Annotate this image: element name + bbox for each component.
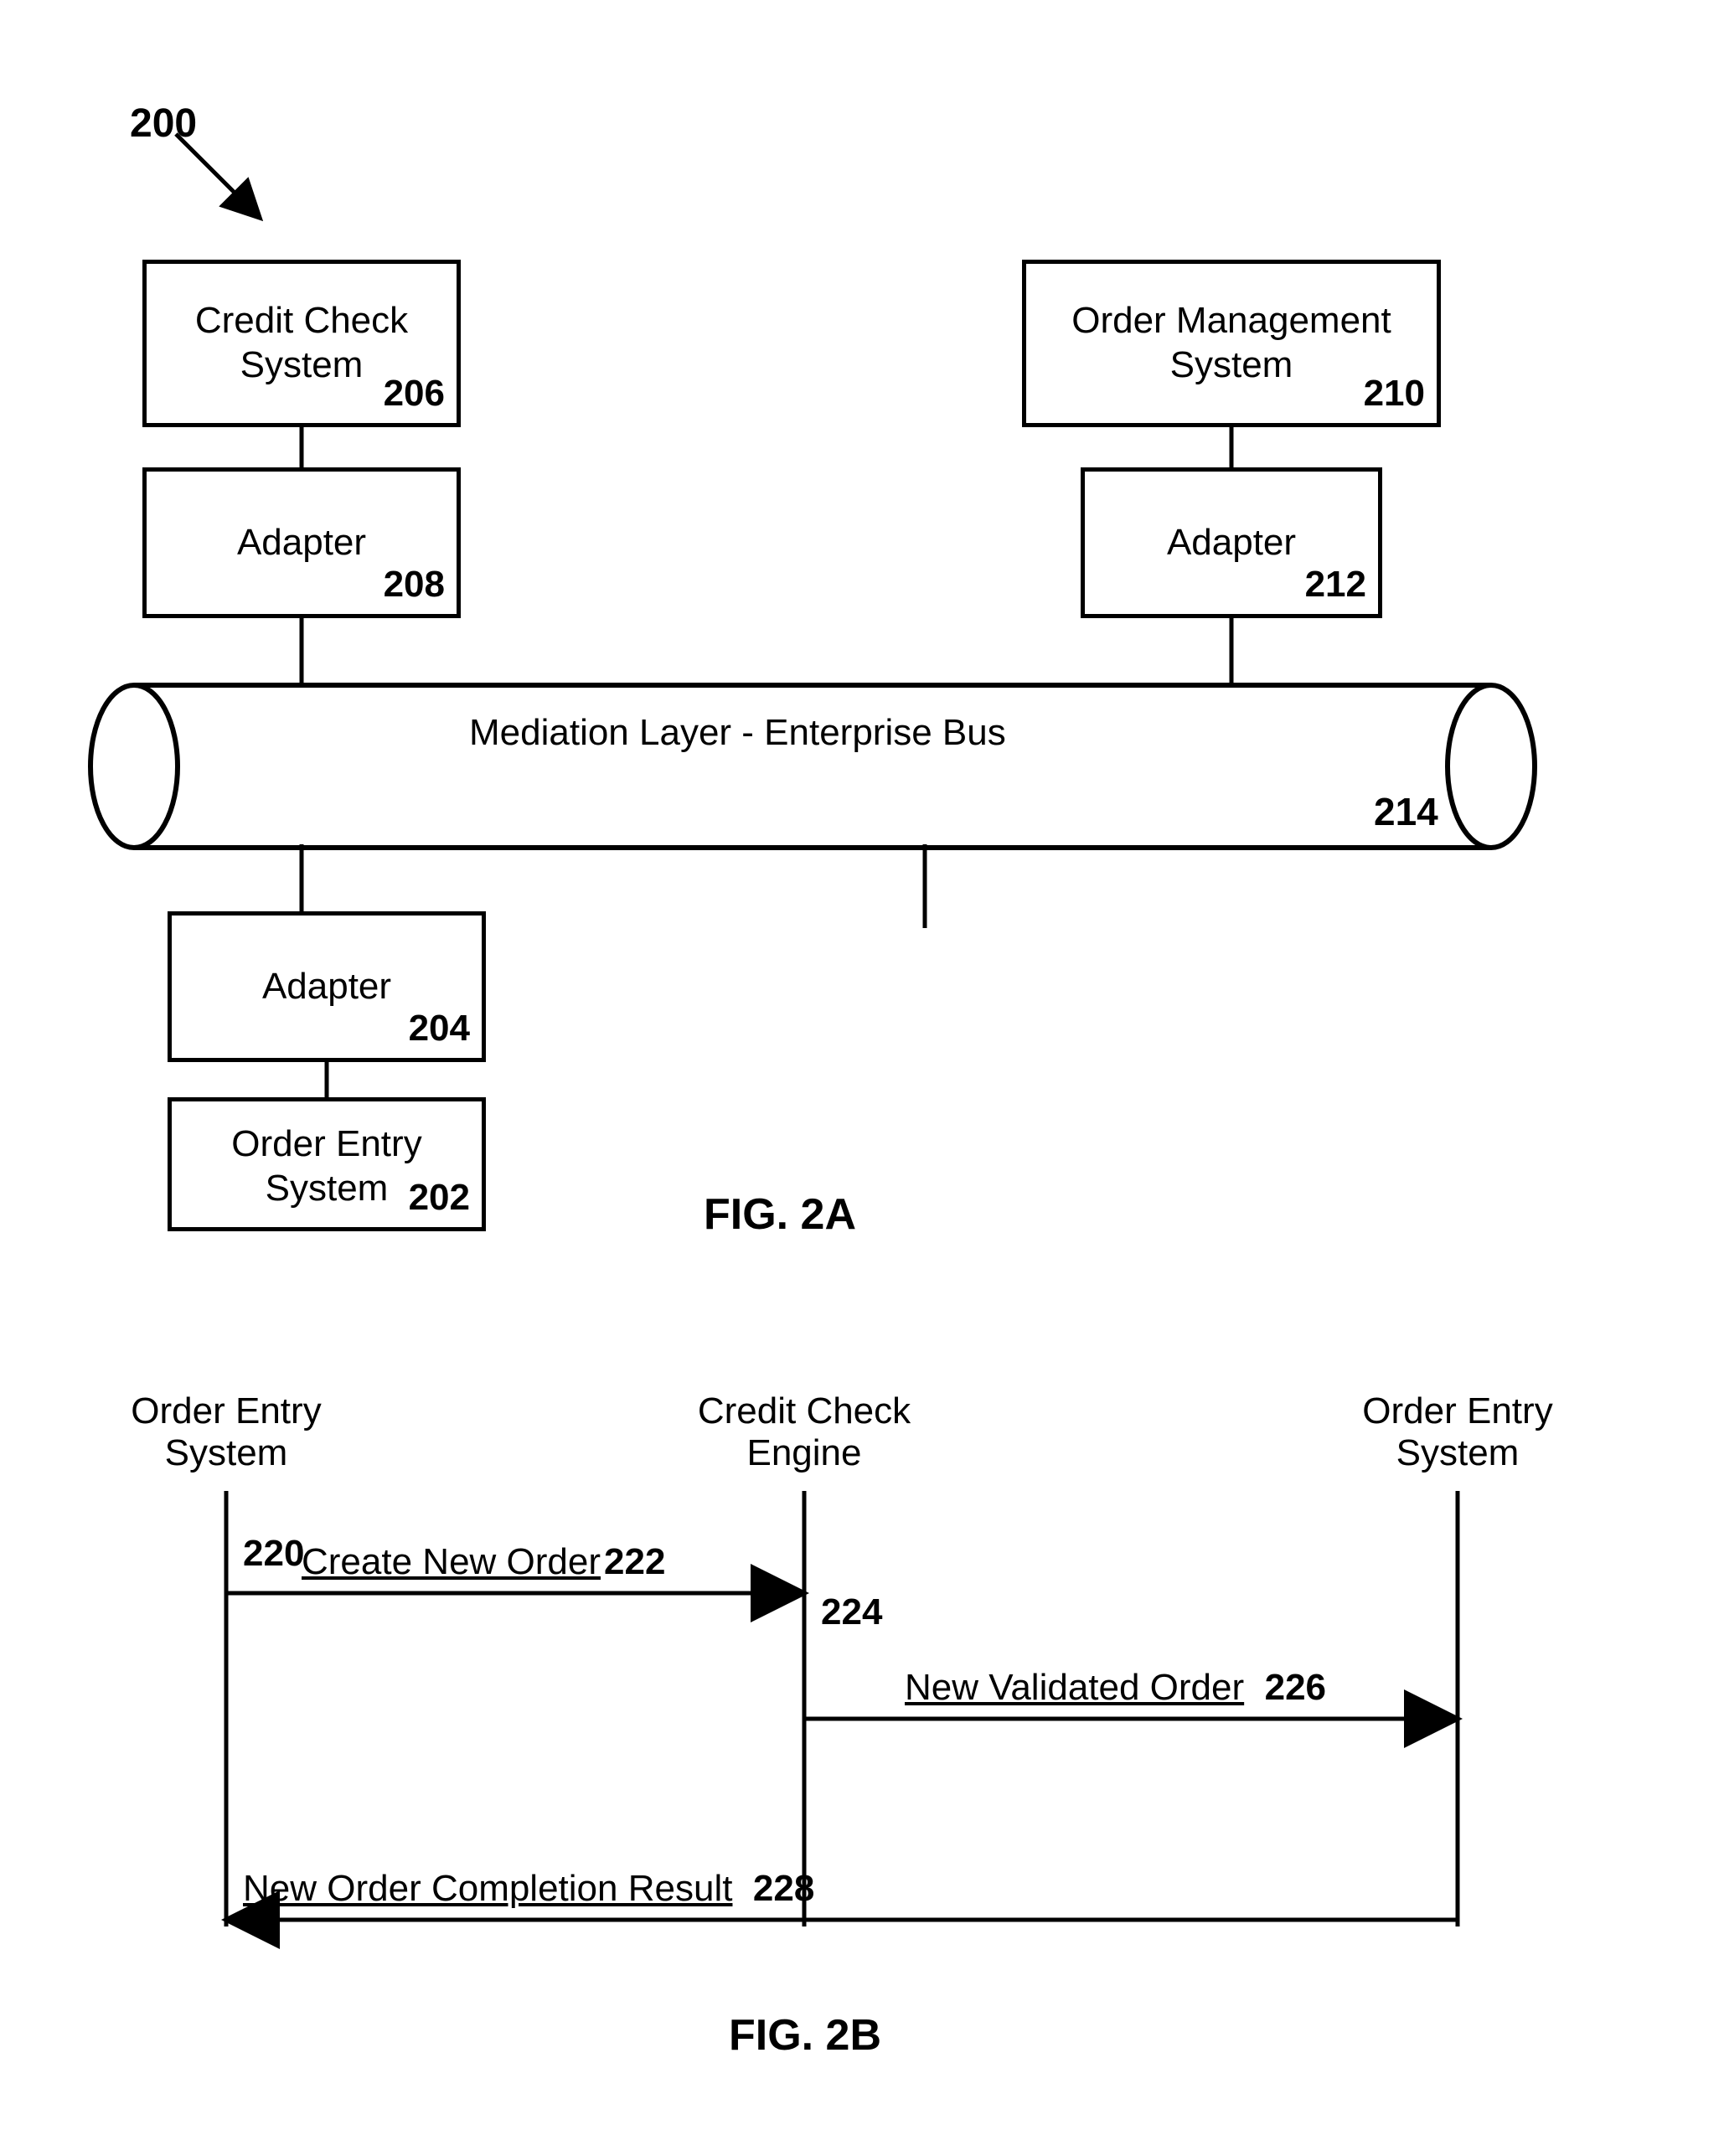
- fig2b-caption: FIG. 2B: [729, 2010, 881, 2061]
- credit-check-system-ref: 206: [384, 372, 445, 416]
- connector-om-bus: [1228, 618, 1235, 685]
- connector-cc-adapter: [298, 427, 305, 467]
- msg-completion-result-arrow: [226, 1911, 1458, 1928]
- credit-check-system-box: Credit Check System 206: [142, 260, 461, 427]
- order-mgmt-label: Order Management System: [1071, 299, 1391, 388]
- connector-cc-bus: [298, 618, 305, 685]
- adapter-om-label: Adapter: [1167, 521, 1296, 565]
- fig2b-oe-left-label: Order Entry System: [101, 1390, 352, 1474]
- order-entry-box: Order Entry System 202: [168, 1097, 486, 1231]
- connector-oe-adapter-oe: [323, 1062, 330, 1097]
- adapter-cc-box: Adapter 208: [142, 467, 461, 618]
- adapter-cc-label: Adapter: [237, 521, 366, 565]
- adapter-oe-ref: 204: [409, 1007, 470, 1051]
- fig2b-oe-left-ref: 220: [243, 1533, 304, 1575]
- adapter-om-box: Adapter 212: [1081, 467, 1382, 618]
- lifeline-oe-left: [223, 1491, 230, 1926]
- msg-create-new-order-text: Create New Order222: [302, 1541, 665, 1583]
- lifeline-cc-engine: [801, 1491, 808, 1926]
- order-mgmt-ref: 210: [1364, 372, 1425, 416]
- bus-stub-right: [921, 844, 928, 928]
- credit-check-system-label: Credit Check System: [195, 299, 408, 388]
- msg-new-validated-order-text: New Validated Order 226: [905, 1667, 1326, 1709]
- fig2b-oe-right-label: Order Entry System: [1332, 1390, 1583, 1474]
- adapter-om-ref: 212: [1305, 563, 1366, 607]
- fig2b-cc-engine-label: Credit Check Engine: [670, 1390, 938, 1474]
- order-entry-ref: 202: [409, 1176, 470, 1220]
- enterprise-bus-ref: 214: [1374, 789, 1438, 834]
- connector-bus-oe-adapter: [298, 844, 305, 911]
- order-mgmt-box: Order Management System 210: [1022, 260, 1441, 427]
- connector-om-adapter: [1228, 427, 1235, 467]
- enterprise-bus-label: Mediation Layer - Enterprise Bus: [469, 712, 1006, 754]
- msg-create-new-order-arrow: [226, 1585, 804, 1602]
- adapter-cc-ref: 208: [384, 563, 445, 607]
- fig2a-overall-ref-arrow: [176, 134, 276, 235]
- msg-completion-result-text: New Order Completion Result 228: [243, 1868, 814, 1910]
- fig2b-cc-engine-ref: 224: [821, 1591, 882, 1633]
- enterprise-bus-cylinder: [84, 678, 1541, 854]
- lifeline-oe-right: [1454, 1491, 1461, 1926]
- order-entry-label: Order Entry System: [231, 1122, 421, 1211]
- msg-new-validated-order-arrow: [804, 1710, 1458, 1727]
- fig2a-caption: FIG. 2A: [704, 1189, 856, 1240]
- adapter-oe-label: Adapter: [262, 965, 391, 1009]
- adapter-oe-box: Adapter 204: [168, 911, 486, 1062]
